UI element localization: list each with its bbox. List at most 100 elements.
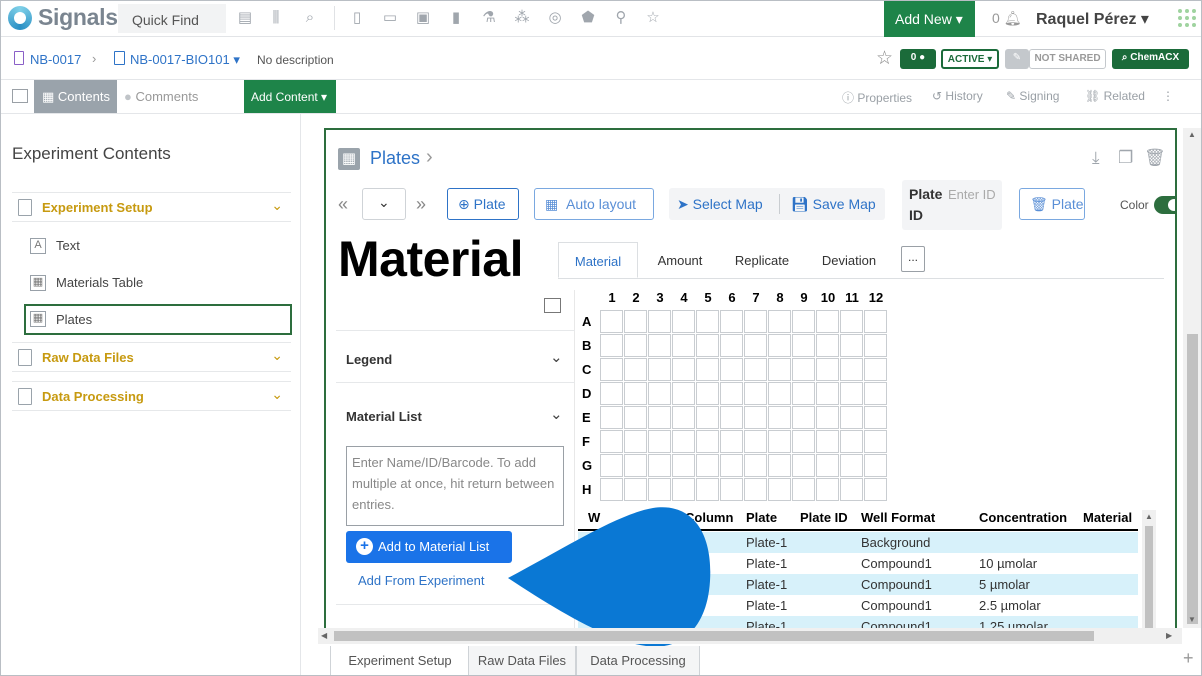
auto-layout-button[interactable]: ▦ Auto layout — [534, 188, 654, 220]
plate-well[interactable] — [840, 478, 863, 501]
column-number[interactable]: 10 — [816, 290, 840, 305]
plate-well[interactable] — [720, 310, 743, 333]
column-header-plate[interactable]: Plate — [746, 510, 777, 525]
column-number[interactable]: 2 — [624, 290, 648, 305]
plate-well[interactable] — [816, 454, 839, 477]
network-icon[interactable]: ⁂ — [513, 9, 531, 27]
plate-well[interactable] — [744, 334, 767, 357]
breadcrumb-experiment[interactable]: NB-0017-BIO101 ▾ — [130, 52, 240, 68]
scroll-left-icon[interactable]: ◀ — [321, 631, 327, 640]
scrollbar-thumb[interactable] — [1187, 334, 1198, 624]
plate-well[interactable] — [624, 310, 647, 333]
lab-icon[interactable]: ⚗ — [480, 9, 498, 27]
sharing-status[interactable]: NOT SHARED — [1029, 49, 1106, 69]
content-item-materials-table[interactable]: Materials Table — [56, 275, 143, 290]
color-toggle[interactable] — [1154, 196, 1175, 214]
plate-well[interactable] — [768, 358, 791, 381]
collapse-panel-icon[interactable] — [544, 298, 561, 313]
properties-link[interactable]: ⓘ Properties — [842, 89, 912, 106]
plate-well[interactable] — [768, 382, 791, 405]
plate-well[interactable] — [648, 430, 671, 453]
column-header-plate-id[interactable]: Plate ID — [800, 510, 848, 525]
add-from-experiment-link[interactable]: Add From Experiment — [358, 573, 484, 588]
column-header-concentration[interactable]: Concentration — [979, 510, 1067, 525]
column-number[interactable]: 5 — [696, 290, 720, 305]
notebook-icon[interactable]: ▯ — [348, 9, 366, 27]
image-icon[interactable]: ▣ — [414, 9, 432, 27]
plate-well[interactable] — [768, 430, 791, 453]
plate-well[interactable] — [792, 454, 815, 477]
plate-well[interactable] — [864, 310, 887, 333]
plate-well[interactable] — [816, 358, 839, 381]
scroll-up-icon[interactable]: ▲ — [1145, 512, 1153, 521]
plate-well[interactable] — [696, 358, 719, 381]
plate-well[interactable] — [696, 310, 719, 333]
signing-link[interactable]: ✎ Signing — [1006, 89, 1059, 103]
column-number[interactable]: 1 — [600, 290, 624, 305]
plate-well[interactable] — [792, 382, 815, 405]
plate-well[interactable] — [720, 382, 743, 405]
plate-well[interactable] — [744, 358, 767, 381]
bottom-tab-experiment-setup[interactable]: Experiment Setup — [330, 646, 470, 676]
plate-well[interactable] — [624, 454, 647, 477]
plate-well[interactable] — [624, 334, 647, 357]
next-plate-icon[interactable]: » — [416, 194, 426, 215]
row-letter[interactable]: H — [582, 482, 596, 497]
tab-contents[interactable]: ▦ Contents — [34, 80, 117, 113]
save-map-button[interactable]: 💾︎ Save Map — [791, 196, 876, 213]
plate-well[interactable] — [720, 430, 743, 453]
plate-well[interactable] — [768, 406, 791, 429]
shield-icon[interactable]: ⬟ — [579, 9, 597, 27]
row-letter[interactable]: C — [582, 362, 596, 377]
add-plate-button[interactable]: ⊕ Plate — [447, 188, 519, 220]
scrollbar-thumb[interactable] — [1145, 526, 1153, 628]
plate-well[interactable] — [648, 454, 671, 477]
plate-well[interactable] — [744, 454, 767, 477]
column-number[interactable]: 12 — [864, 290, 888, 305]
plate-well[interactable] — [696, 454, 719, 477]
history-link[interactable]: ↺ History — [932, 89, 983, 103]
column-number[interactable]: 7 — [744, 290, 768, 305]
horizontal-scrollbar[interactable]: ◀ ▶ — [318, 628, 1182, 644]
plate-well[interactable] — [792, 334, 815, 357]
plate-well[interactable] — [720, 454, 743, 477]
column-number[interactable]: 11 — [840, 290, 864, 305]
tab-amount[interactable]: Amount — [644, 242, 716, 278]
dashboard-icon[interactable]: ▤ — [236, 9, 254, 27]
quick-find-button[interactable]: Quick Find — [118, 4, 226, 33]
plate-well[interactable] — [600, 430, 623, 453]
plate-well[interactable] — [648, 310, 671, 333]
plate-well[interactable] — [840, 358, 863, 381]
bar-chart-icon[interactable]: ⫼ — [267, 9, 285, 27]
plate-well[interactable] — [624, 358, 647, 381]
plate-well[interactable] — [648, 478, 671, 501]
chevron-down-icon[interactable]: ⌄ — [550, 405, 563, 423]
plate-well[interactable] — [672, 334, 695, 357]
column-header-well-format[interactable]: Well Format — [861, 510, 935, 525]
plate-well[interactable] — [600, 454, 623, 477]
plate-well[interactable] — [792, 406, 815, 429]
row-letter[interactable]: E — [582, 410, 596, 425]
add-to-material-list-button[interactable]: + Add to Material List — [346, 531, 512, 563]
app-name[interactable]: Signals — [38, 4, 118, 31]
plate-well[interactable] — [816, 430, 839, 453]
collapse-panel-icon[interactable] — [12, 89, 28, 103]
flask-icon[interactable]: ⚲ — [612, 9, 630, 27]
chemacx-button[interactable]: ⌕ ChemACX — [1112, 49, 1189, 69]
column-number[interactable]: 4 — [672, 290, 696, 305]
related-link[interactable]: ⛓ Related — [1085, 89, 1145, 103]
plate-well[interactable] — [600, 406, 623, 429]
plate-well[interactable] — [696, 478, 719, 501]
apps-grid-icon[interactable] — [1178, 9, 1196, 27]
plate-well[interactable] — [624, 382, 647, 405]
breadcrumb-notebook[interactable]: NB-0017 — [30, 52, 81, 67]
table-vertical-scrollbar[interactable]: ▲ — [1142, 510, 1156, 628]
plate-well[interactable] — [840, 334, 863, 357]
bottom-tab-data-processing[interactable]: Data Processing — [576, 646, 700, 676]
plate-well[interactable] — [864, 406, 887, 429]
select-map-button[interactable]: ➤ Select Map — [677, 196, 763, 213]
content-item-plates[interactable]: Plates — [56, 312, 92, 327]
plate-well[interactable] — [600, 358, 623, 381]
plate-well[interactable] — [624, 430, 647, 453]
star-icon[interactable]: ☆ — [644, 9, 662, 27]
